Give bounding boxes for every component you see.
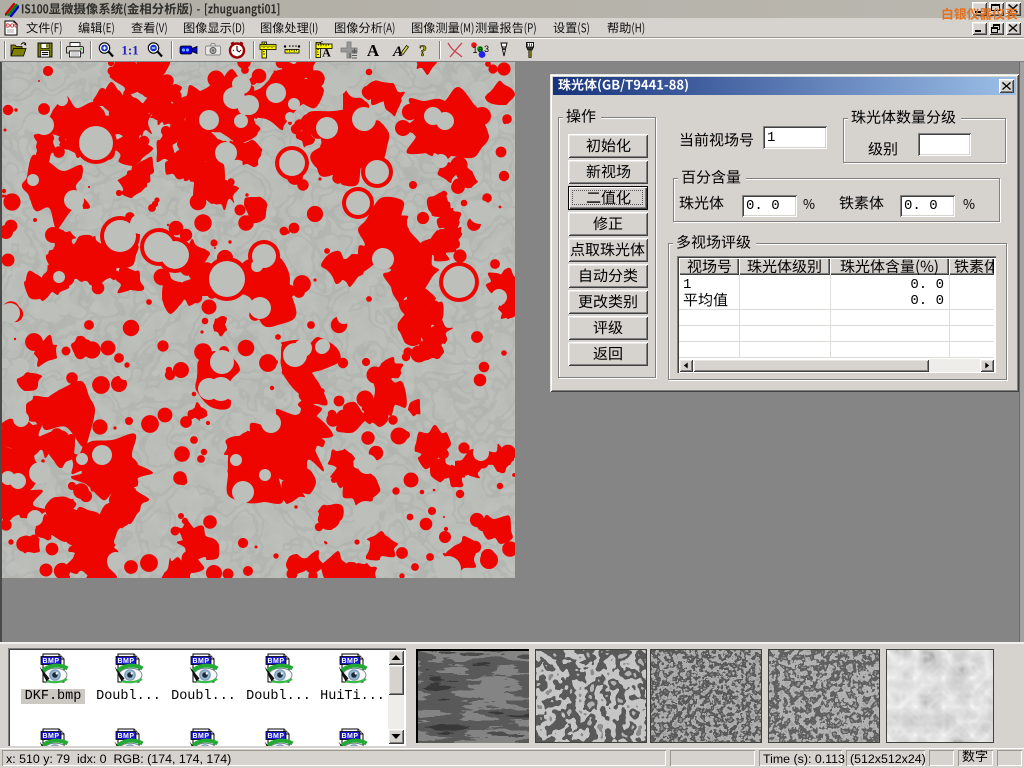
svg-text:3: 3 (484, 44, 489, 54)
svg-text:1:1: 1:1 (121, 43, 138, 58)
svg-text:A: A (322, 46, 331, 60)
svg-text:1: 1 (473, 45, 478, 55)
svg-text:?: ? (419, 43, 427, 60)
svg-text:C: C (264, 41, 267, 47)
svg-text:A: A (367, 41, 380, 60)
svg-text:DOC: DOC (6, 24, 18, 30)
